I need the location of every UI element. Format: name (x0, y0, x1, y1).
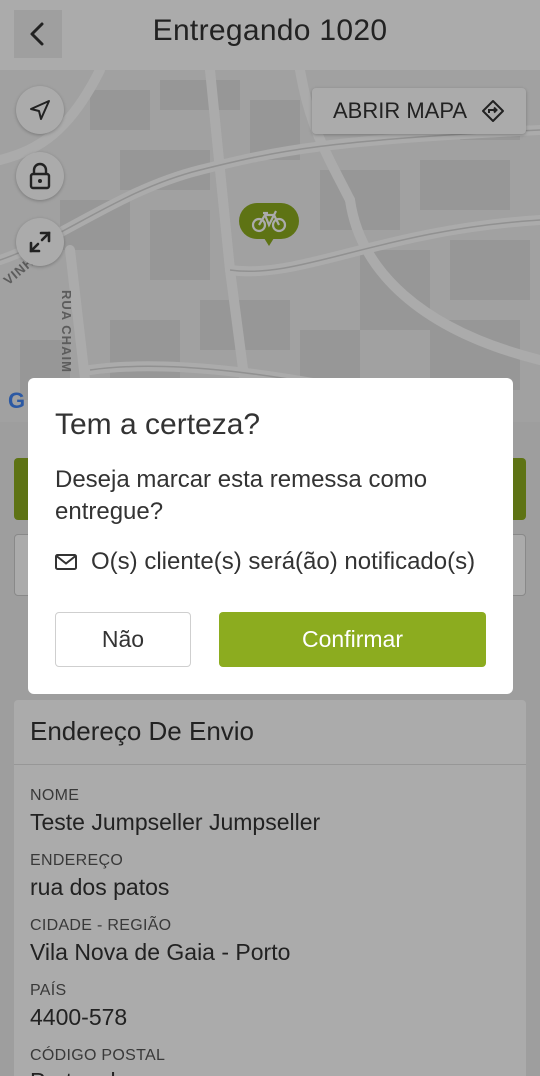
notify-row: O(s) cliente(s) será(ão) notificado(s) (55, 548, 475, 576)
no-button[interactable]: Não (55, 612, 191, 667)
envelope-icon (55, 554, 77, 570)
dialog-title: Tem a certeza? (55, 408, 261, 441)
confirm-button[interactable]: Confirmar (219, 612, 486, 667)
notify-text: O(s) cliente(s) será(ão) notificado(s) (91, 548, 476, 575)
confirm-dialog: Tem a certeza? Deseja marcar esta remess… (28, 378, 513, 694)
dialog-message: Deseja marcar esta remessa como entregue… (55, 466, 428, 525)
